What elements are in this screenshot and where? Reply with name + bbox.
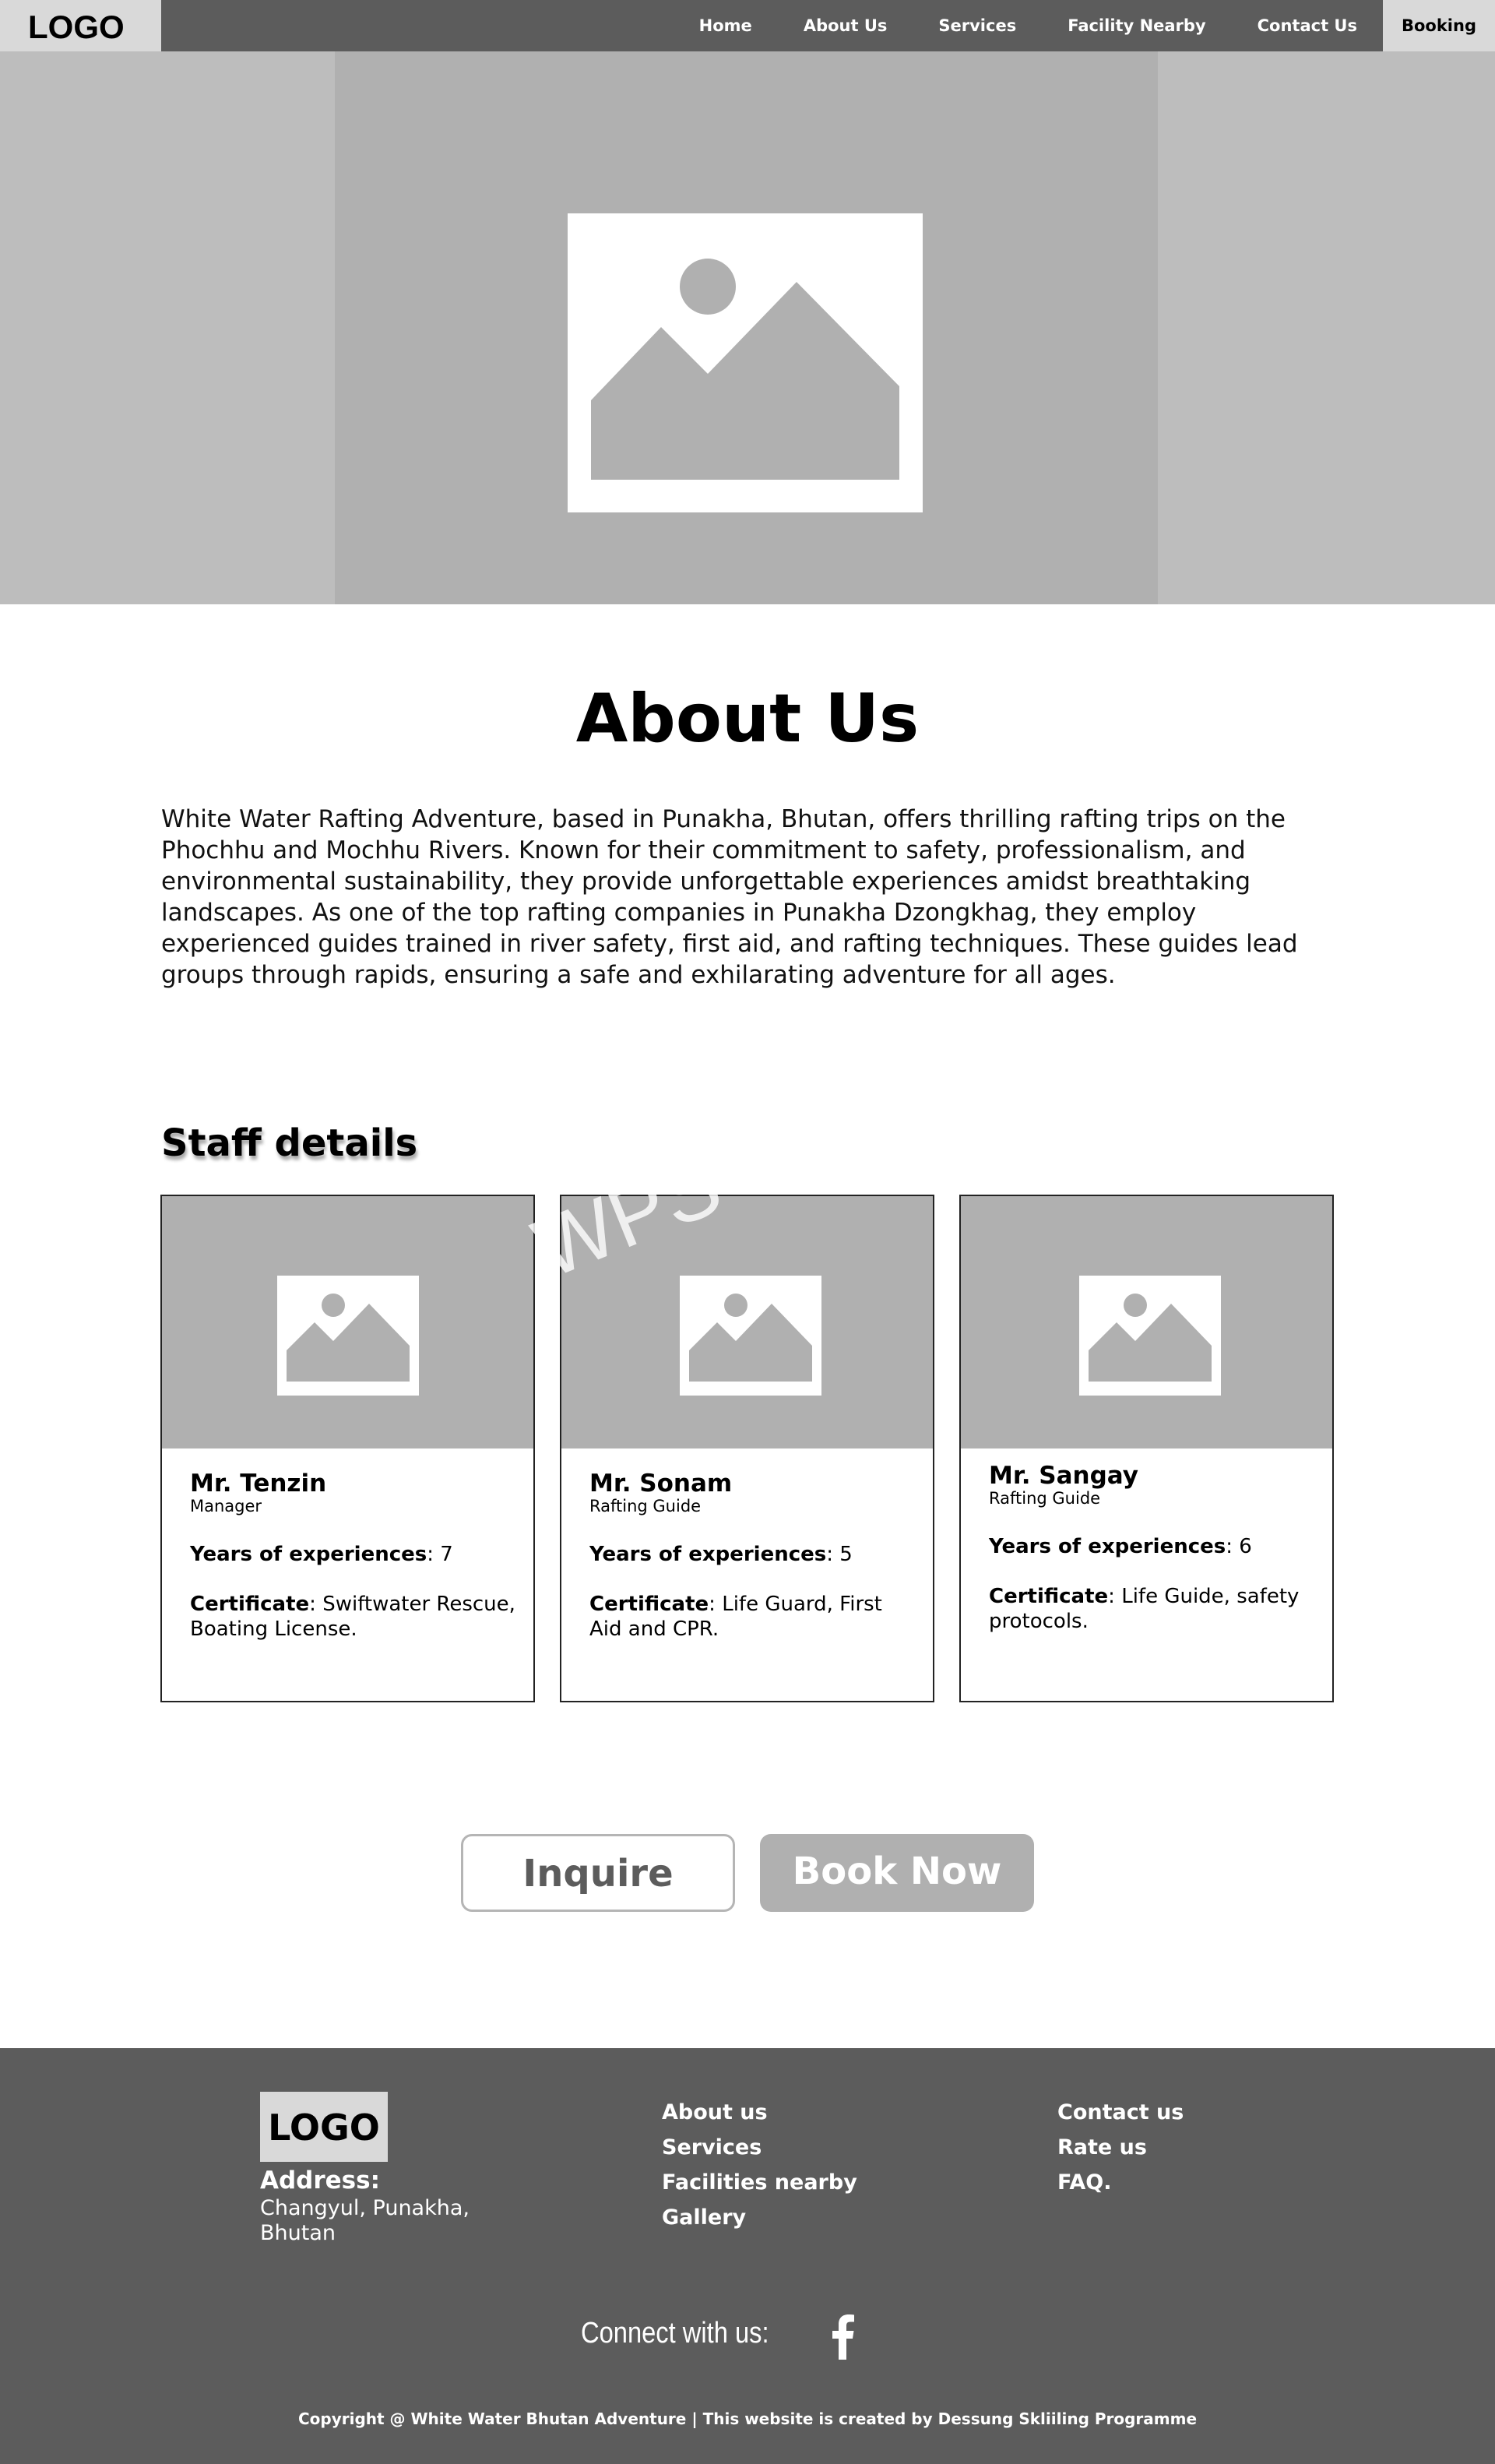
- footer: LOGO Address: Changyul, Punakha, Bhutan …: [0, 2048, 1495, 2464]
- footer-link-faq[interactable]: FAQ.: [1057, 2165, 1184, 2200]
- staff-name: Mr. Tenzin: [190, 1470, 327, 1498]
- footer-link-services[interactable]: Services: [662, 2130, 857, 2165]
- nav-about-us[interactable]: About Us: [778, 0, 913, 51]
- nav-links: Home About Us Services Facility Nearby C…: [674, 0, 1495, 51]
- about-title: About Us: [575, 680, 920, 758]
- nav-facility-nearby[interactable]: Facility Nearby: [1042, 0, 1231, 51]
- nav-booking-button[interactable]: Booking: [1383, 0, 1495, 51]
- nav-services[interactable]: Services: [913, 0, 1042, 51]
- nav-contact-us[interactable]: Contact Us: [1232, 0, 1383, 51]
- nav-logo[interactable]: LOGO: [0, 0, 161, 51]
- footer-link-gallery[interactable]: Gallery: [662, 2200, 857, 2235]
- footer-logo[interactable]: LOGO: [260, 2092, 388, 2162]
- staff-role: Manager: [190, 1497, 262, 1515]
- footer-links-column-1: About us Services Facilities nearby Gall…: [662, 2095, 857, 2235]
- image-placeholder-icon: [680, 1276, 821, 1396]
- staff-info: Mr. Sangay Rafting Guide Years of experi…: [989, 1463, 1316, 1659]
- staff-card-tenzin: Mr. Tenzin Manager Years of experiences:…: [160, 1195, 535, 1702]
- about-description: White Water Rafting Adventure, based in …: [161, 805, 1298, 989]
- staff-info: Mr. Sonam Rafting Guide Years of experie…: [589, 1470, 916, 1667]
- footer-links-column-2: Contact us Rate us FAQ.: [1057, 2095, 1184, 2200]
- book-now-button[interactable]: Book Now: [760, 1834, 1034, 1912]
- footer-link-rate-us[interactable]: Rate us: [1057, 2130, 1184, 2165]
- staff-section-title: Staff details: [161, 1121, 418, 1165]
- footer-link-facilities-nearby[interactable]: Facilities nearby: [662, 2165, 857, 2200]
- staff-certificate: Certificate: Swiftwater Rescue, Boating …: [190, 1593, 515, 1641]
- connect-label: Connect with us:: [581, 2317, 769, 2350]
- footer-link-contact-us[interactable]: Contact us: [1057, 2095, 1184, 2130]
- staff-role: Rafting Guide: [589, 1497, 702, 1515]
- address-label: Address:: [260, 2167, 380, 2195]
- address-text: Changyul, Punakha, Bhutan: [260, 2196, 470, 2245]
- image-placeholder-icon: [277, 1276, 419, 1396]
- staff-certificate: Certificate: Life Guide, safety protocol…: [989, 1585, 1300, 1633]
- inquire-button[interactable]: Inquire: [461, 1834, 735, 1912]
- staff-info: Mr. Tenzin Manager Years of experiences:…: [190, 1470, 517, 1667]
- staff-years: Years of experiences: 7: [190, 1543, 453, 1566]
- staff-years: Years of experiences: 6: [989, 1535, 1252, 1558]
- staff-name: Mr. Sangay: [989, 1462, 1138, 1490]
- staff-photo: [162, 1196, 533, 1448]
- staff-role: Rafting Guide: [989, 1489, 1101, 1508]
- image-placeholder-icon: [1079, 1276, 1221, 1396]
- staff-certificate: Certificate: Life Guard, First Aid and C…: [589, 1593, 882, 1641]
- staff-photo: [561, 1196, 933, 1448]
- hero-banner: [0, 51, 1495, 604]
- footer-link-about-us[interactable]: About us: [662, 2095, 857, 2130]
- image-placeholder-icon: [568, 213, 923, 512]
- staff-card-sangay: Mr. Sangay Rafting Guide Years of experi…: [959, 1195, 1334, 1702]
- staff-photo: [961, 1196, 1332, 1448]
- copyright-text: Copyright @ White Water Bhutan Adventure…: [297, 2409, 1198, 2428]
- staff-name: Mr. Sonam: [589, 1470, 733, 1498]
- nav-home[interactable]: Home: [674, 0, 778, 51]
- facebook-icon[interactable]: [830, 2313, 855, 2360]
- top-nav: LOGO Home About Us Services Facility Nea…: [0, 0, 1495, 51]
- staff-years: Years of experiences: 5: [589, 1543, 853, 1566]
- staff-card-sonam: Mr. Sonam Rafting Guide Years of experie…: [560, 1195, 934, 1702]
